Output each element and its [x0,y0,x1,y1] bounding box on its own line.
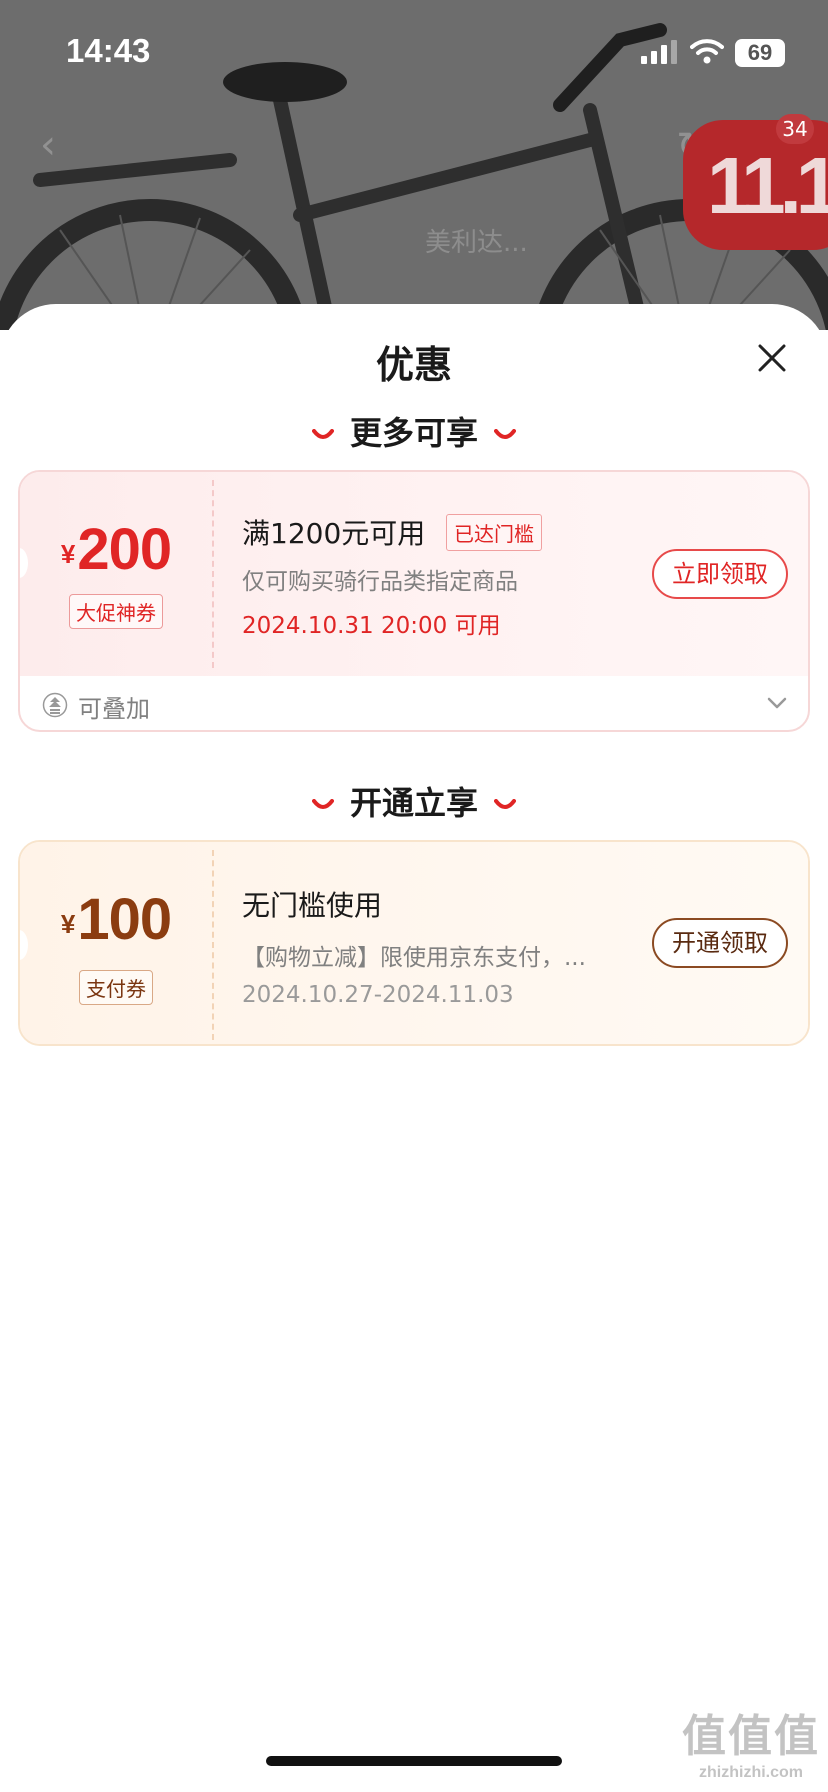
watermark: 值值值 zhizhizhi.com [682,1711,820,1781]
battery-indicator: 69 [735,39,785,67]
coupon-date: 2024.10.27-2024.11.03 [242,982,514,1008]
coupon-body: ¥100 支付券 无门槛使用 【购物立减】限使用京东支付，... 2024.10… [20,842,808,1044]
smile-decor-icon [494,429,516,439]
coupon-date: 2024.10.31 20:00 可用 [242,613,501,639]
back-icon: ‹ [40,122,56,168]
stack-icon [42,692,68,718]
threshold-reached-badge: 已达门槛 [446,514,542,551]
promo-count-badge: 34 [776,114,814,144]
sheet-title: 优惠 [375,343,452,387]
coupon-subtitle: 【购物立减】限使用京东支付，... [242,945,586,971]
background-text: 美利达... [425,228,528,258]
section-header-more: 更多可享 [0,408,828,454]
stackable-label: 可叠加 [78,695,150,723]
smile-decor-icon [311,799,334,809]
status-time: 14:43 [66,32,151,69]
signal-icon [641,40,677,64]
coupon-type-tag: 大促神券 [20,594,212,629]
coupon-title: 无门槛使用 [242,889,383,922]
coupon-amount: ¥200 [60,517,172,582]
coupon-subtitle: 仅可购买骑行品类指定商品 [242,569,518,595]
coupon-card: ¥100 支付券 无门槛使用 【购物立减】限使用京东支付，... 2024.10… [18,840,810,1046]
coupon-sheet: 优惠 更多可享 ¥200 大促神券 满1200元可用 已达门槛 仅可购买骑行品类… [0,304,828,1792]
claim-now-button[interactable]: 立即领取 [652,549,788,599]
smile-decor-icon [494,799,516,809]
stackable-row[interactable]: 可叠加 [20,676,808,730]
coupon-body: ¥200 大促神券 满1200元可用 已达门槛 仅可购买骑行品类指定商品 202… [20,472,808,676]
open-and-claim-button[interactable]: 开通领取 [652,918,788,968]
section-title: 更多可享 [349,414,478,452]
smile-decor-icon [311,429,334,439]
section-title: 开通立享 [349,784,478,822]
coupon-card: ¥200 大促神券 满1200元可用 已达门槛 仅可购买骑行品类指定商品 202… [18,470,810,732]
close-icon[interactable] [752,338,792,378]
coupon-divider [212,480,214,668]
coupon-divider [212,850,214,1040]
chevron-down-icon[interactable] [766,696,788,710]
home-indicator[interactable] [266,1756,562,1766]
coupon-title: 满1200元可用 [242,517,426,550]
wifi-icon [690,39,724,64]
coupon-amount: ¥100 [60,887,172,952]
section-header-open: 开通立享 [0,778,828,824]
coupon-type-tag: 支付券 [20,970,212,1005]
